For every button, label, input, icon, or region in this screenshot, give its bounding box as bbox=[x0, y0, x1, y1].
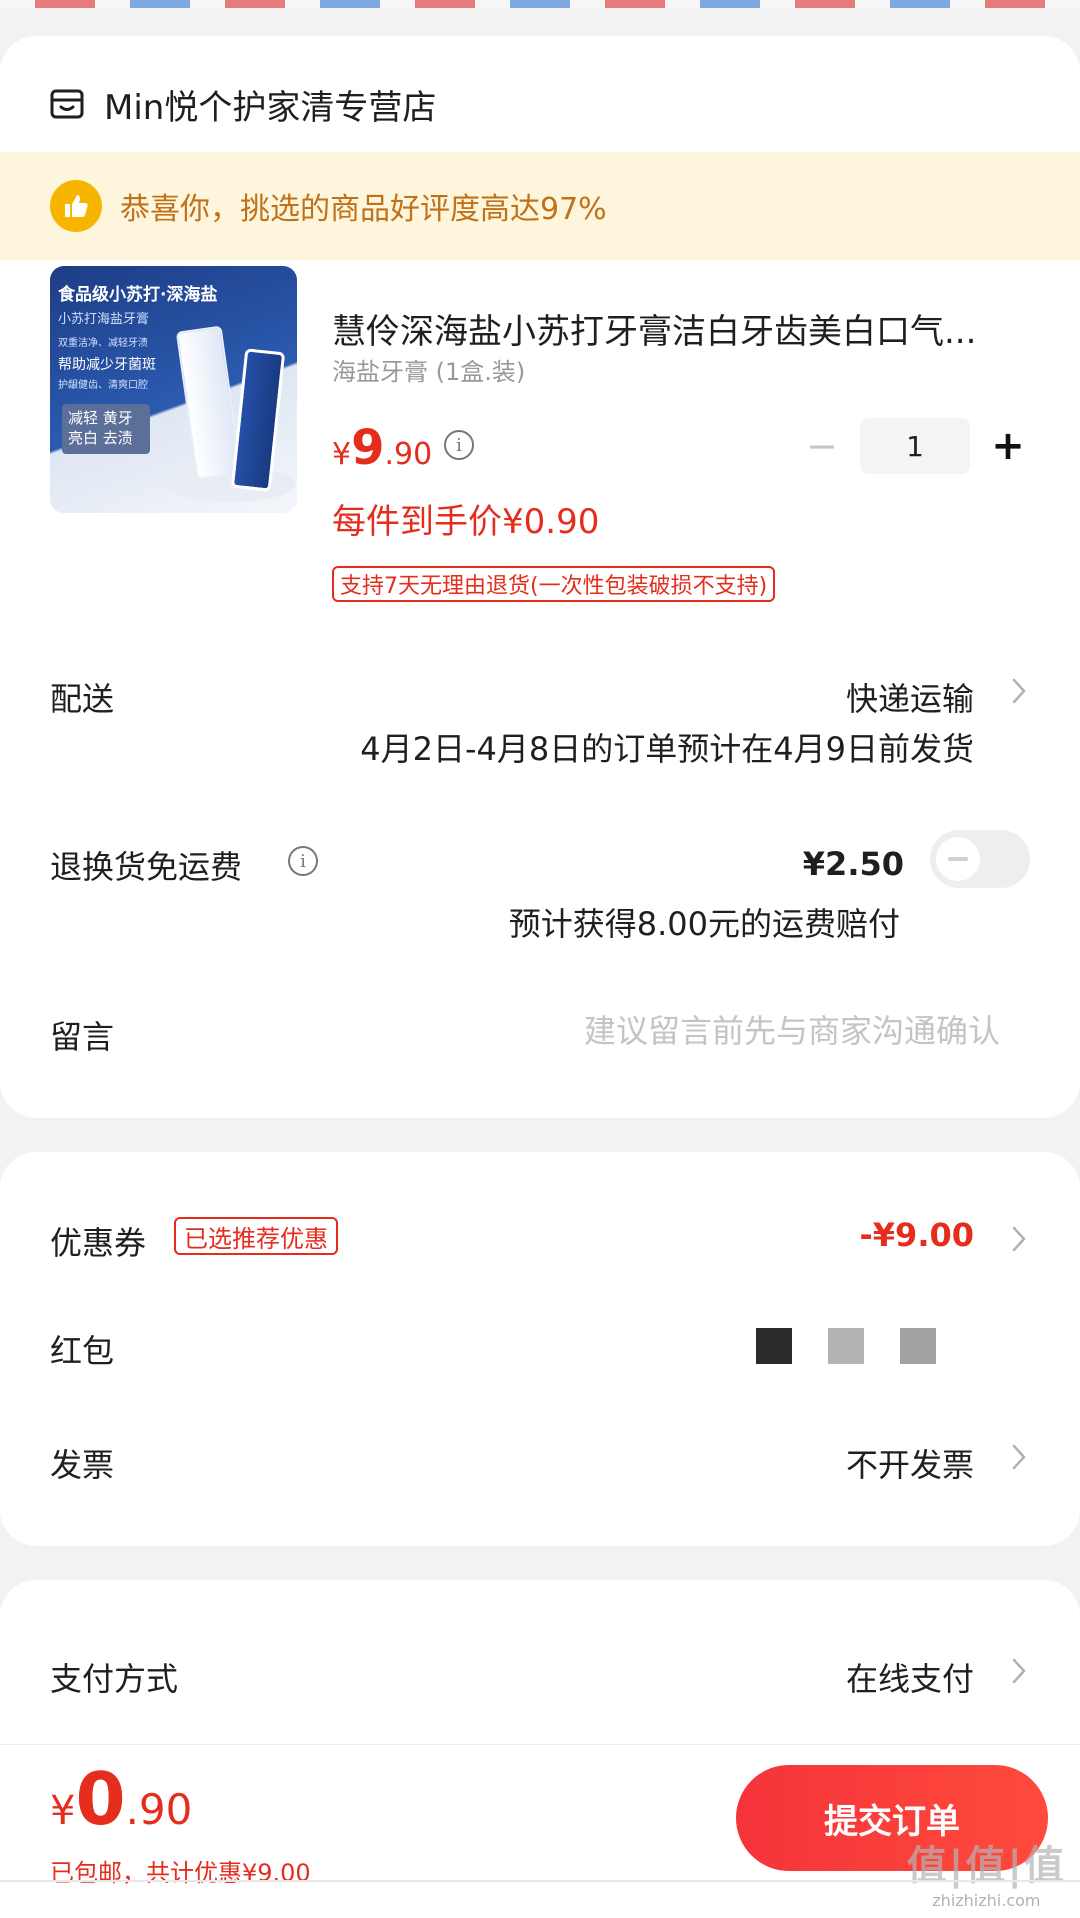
thumbs-up-icon bbox=[50, 180, 102, 232]
product-price: ¥ 9 .90 bbox=[332, 420, 432, 476]
product-box bbox=[175, 325, 243, 481]
product-image-badge-line1: 减轻 黄牙 bbox=[68, 409, 133, 427]
price-currency: ¥ bbox=[332, 437, 352, 472]
product-image-title: 食品级小苏打·深海盐 bbox=[58, 285, 218, 305]
decrease-button[interactable]: − bbox=[802, 418, 842, 474]
product-image-line1: 双重洁净、减轻牙渍 bbox=[58, 338, 148, 349]
price-integer: 9 bbox=[351, 420, 385, 476]
loading-indicator-square bbox=[756, 1328, 792, 1364]
shop-name: Min悦个护家清专营店 bbox=[104, 87, 437, 128]
shop-icon bbox=[50, 89, 84, 119]
return-policy-tag: 支持7天无理由退货(一次性包装破损不支持) bbox=[332, 566, 776, 602]
product-title[interactable]: 慧伶深海盐小苏打牙膏洁白牙齿美白口气... bbox=[332, 304, 1032, 353]
chevron-right-icon[interactable] bbox=[1008, 1656, 1030, 1686]
unit-final-price: 每件到手价¥0.90 bbox=[332, 502, 600, 542]
total-currency: ¥ bbox=[50, 1788, 76, 1834]
product-image-line2: 帮助减少牙菌斑 bbox=[58, 357, 156, 373]
product-spec[interactable]: 海盐牙膏 (1盒.装) bbox=[332, 352, 525, 387]
red-packet-label: 红包 bbox=[50, 1332, 115, 1370]
invoice-label: 发票 bbox=[50, 1446, 115, 1484]
watermark: 值|值|值 zhizhizhi.com bbox=[907, 1833, 1066, 1910]
total-decimal: .90 bbox=[125, 1785, 193, 1834]
toggle-knob bbox=[936, 837, 980, 881]
checkout-bar: ¥ 0 .90 已包邮，共计优惠¥9.00 提交订单 值|值|值 zhizhiz… bbox=[0, 1744, 1080, 1918]
coupon-tag: 已选推荐优惠 bbox=[174, 1217, 338, 1255]
chevron-right-icon[interactable] bbox=[1008, 1224, 1030, 1254]
shop-header[interactable]: Min悦个护家清专营店 bbox=[50, 72, 436, 136]
coupon-label: 优惠券 bbox=[50, 1224, 147, 1262]
chevron-right-icon[interactable] bbox=[1008, 676, 1030, 706]
product-tube bbox=[230, 348, 286, 492]
return-shipping-info-icon[interactable]: i bbox=[288, 846, 318, 876]
payment-label: 支付方式 bbox=[50, 1660, 179, 1698]
rating-banner: 恭喜你，挑选的商品好评度高达97% bbox=[0, 152, 1080, 260]
product-image-line3: 护龈健齿、清爽口腔 bbox=[58, 380, 148, 391]
product-image-badge: 减轻 黄牙 亮白 去渍 bbox=[62, 404, 150, 454]
invoice-value[interactable]: 不开发票 bbox=[846, 1440, 974, 1486]
loading-indicator-square bbox=[828, 1328, 864, 1364]
delivery-note: 4月2日-4月8日的订单预计在4月9日前发货 bbox=[360, 730, 974, 768]
return-shipping-price: ¥2.50 bbox=[802, 845, 904, 883]
delivery-method[interactable]: 快递运输 bbox=[846, 674, 974, 720]
return-shipping-note: 预计获得8.00元的运费赔付 bbox=[508, 905, 900, 943]
total-price: ¥ 0 .90 bbox=[50, 1757, 192, 1841]
quantity-stepper: − 1 + bbox=[802, 418, 1028, 474]
price-info-icon[interactable]: i bbox=[444, 430, 474, 460]
delivery-label: 配送 bbox=[50, 680, 115, 718]
price-decimal: .90 bbox=[384, 437, 433, 472]
return-shipping-toggle[interactable] bbox=[930, 830, 1030, 888]
product-image-badge-line2: 亮白 去渍 bbox=[68, 429, 133, 447]
watermark-url: zhizhizhi.com bbox=[932, 1891, 1041, 1910]
chevron-right-icon[interactable] bbox=[1008, 1442, 1030, 1472]
total-note: 已包邮，共计优惠¥9.00 bbox=[50, 1859, 311, 1887]
payment-value[interactable]: 在线支付 bbox=[846, 1654, 974, 1700]
home-indicator bbox=[0, 1880, 1080, 1882]
message-input[interactable] bbox=[420, 1004, 1000, 1058]
product-image[interactable]: 食品级小苏打·深海盐 小苏打海盐牙膏 双重洁净、减轻牙渍 帮助减少牙菌斑 护龈健… bbox=[50, 266, 297, 513]
product-image-subtitle: 小苏打海盐牙膏 bbox=[58, 312, 150, 327]
return-shipping-label: 退换货免运费 bbox=[50, 848, 243, 886]
message-label: 留言 bbox=[50, 1018, 115, 1056]
quantity-value[interactable]: 1 bbox=[860, 418, 970, 474]
coupon-value[interactable]: -¥9.00 bbox=[860, 1216, 975, 1254]
banner-text: 恭喜你，挑选的商品好评度高达97% bbox=[120, 192, 607, 227]
watermark-logo: 值|值|值 bbox=[906, 1843, 1066, 1889]
loading-indicator-square bbox=[900, 1328, 936, 1364]
airmail-border bbox=[0, 0, 1080, 8]
increase-button[interactable]: + bbox=[988, 418, 1028, 474]
total-integer: 0 bbox=[75, 1757, 126, 1841]
